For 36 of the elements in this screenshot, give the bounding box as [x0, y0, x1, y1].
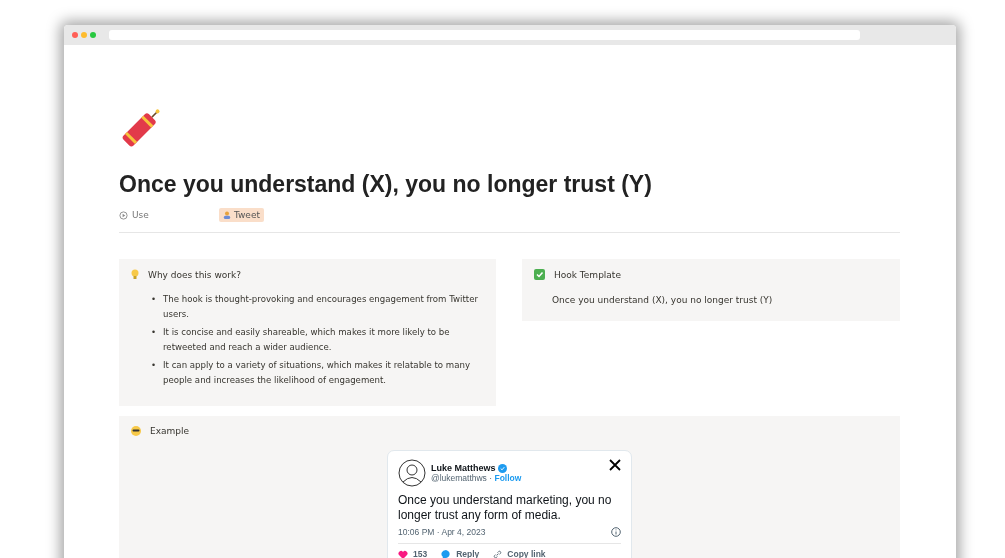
speech-bubble-icon: [441, 549, 452, 558]
separator: ·: [489, 473, 493, 483]
sunglasses-face-icon: [131, 426, 141, 436]
bullet-text: It is concise and easily shareable, which makes it more likely to be retweeted and reach a wider audience.: [163, 326, 451, 354]
light-bulb-icon: [131, 269, 139, 280]
info-icon[interactable]: [611, 527, 621, 537]
bullet-marker: •: [151, 359, 156, 372]
minimize-icon[interactable]: [81, 32, 87, 38]
author-name: Luke Matthews: [431, 463, 496, 473]
callout-title: Example: [150, 426, 190, 436]
property-label: Use: [132, 210, 149, 220]
callout-title: Why does this work?: [148, 269, 241, 280]
status-icon: [119, 210, 128, 220]
reply-button[interactable]: Reply: [441, 549, 480, 558]
heart-icon[interactable]: [398, 549, 408, 558]
bullet-marker: •: [151, 326, 156, 339]
tweet-time: 10:06 PM · Apr 4, 2023: [398, 527, 486, 537]
template-text: Once you understand (X), you no longer trust (Y): [552, 295, 774, 305]
x-logo-icon: [609, 459, 621, 471]
tag[interactable]: Tweet: [219, 208, 264, 222]
page-title: Once you understand (X), you no longer trust (Y): [119, 171, 653, 198]
avatar-icon: [398, 459, 426, 487]
bullet-text: The hook is thought-provoking and encourages engagement from Twitter users.: [163, 293, 480, 321]
author-handle: @lukematthws: [431, 473, 487, 483]
close-icon[interactable]: [72, 32, 78, 38]
tweet-text: Once you understand marketing, you no longer trust any form of media.: [398, 493, 613, 523]
verified-icon: [497, 463, 507, 473]
maximize-icon[interactable]: [90, 32, 96, 38]
callout-title: Hook Template: [554, 269, 621, 280]
like-count: 153: [413, 549, 428, 558]
bullet-marker: •: [151, 293, 156, 306]
bullet-text: It can apply to a variety of situations, which makes it relatable to many people and increases the likelihood of engagement.: [163, 359, 472, 387]
checkbox[interactable]: [534, 269, 545, 280]
person-icon: [223, 211, 231, 219]
copy-link-button[interactable]: Copy link: [493, 549, 546, 558]
link-icon: [493, 549, 503, 558]
